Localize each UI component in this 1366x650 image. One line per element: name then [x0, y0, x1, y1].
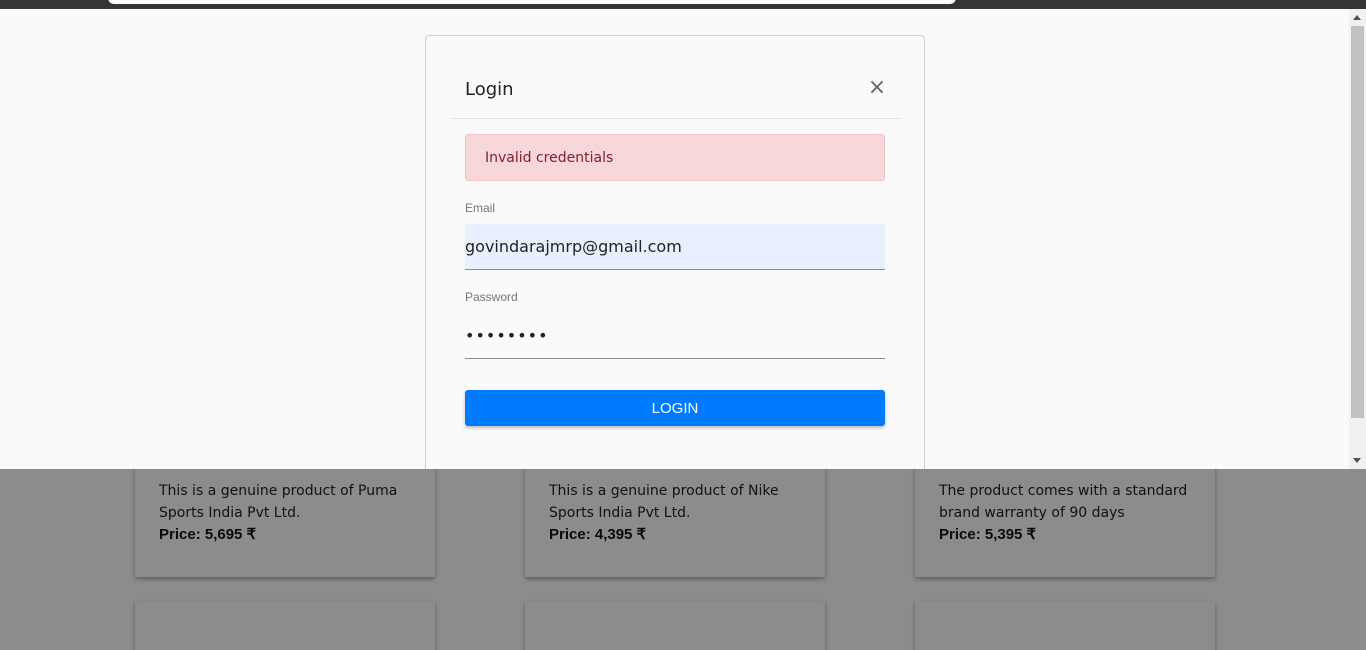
password-field[interactable] — [465, 313, 885, 359]
alert-text: Invalid credentials — [485, 150, 614, 166]
dialog-title: Login — [465, 79, 514, 100]
scroll-down-icon[interactable] — [1353, 458, 1361, 463]
close-icon[interactable]: × — [866, 77, 888, 100]
error-alert: Invalid credentials — [465, 134, 885, 181]
browser-top-strip — [0, 0, 1366, 9]
email-label: Email — [465, 201, 496, 215]
login-dialog: Login × Invalid credentials Email Passwo… — [425, 35, 925, 469]
login-button[interactable]: LOGIN — [465, 390, 885, 426]
browser-address-pill — [108, 0, 956, 4]
scrollbar-thumb[interactable] — [1351, 26, 1364, 418]
password-label: Password — [465, 290, 518, 304]
email-field[interactable] — [465, 224, 885, 270]
scrollbar[interactable] — [1349, 9, 1366, 469]
header-divider — [451, 118, 901, 119]
scroll-up-icon[interactable] — [1353, 15, 1361, 20]
modal-container: Login × Invalid credentials Email Passwo… — [0, 9, 1366, 469]
